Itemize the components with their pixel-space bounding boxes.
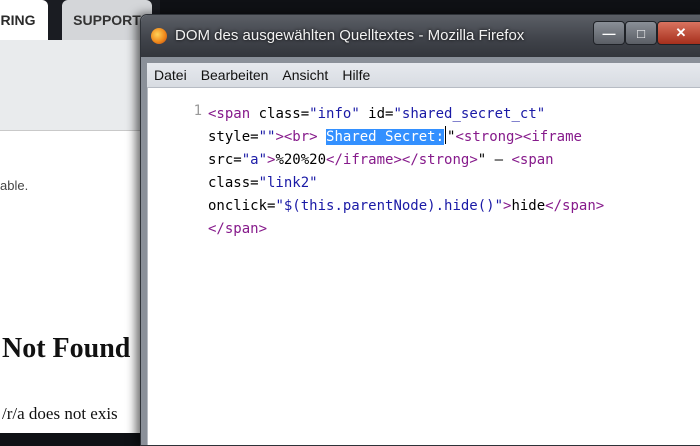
not-found-message: /r/a does not exis (2, 404, 118, 423)
background-header-band (0, 40, 160, 130)
tab-ring[interactable]: RING (0, 0, 48, 40)
close-button[interactable]: ✕ (657, 21, 700, 45)
code-tag: </iframe> (326, 152, 402, 168)
code-text: " — (477, 152, 512, 168)
code-value: "link2" (258, 175, 318, 191)
code-attr: onclick= (208, 198, 276, 214)
code-attr: class= (250, 106, 310, 122)
code-tag: <span (511, 152, 554, 168)
code-line: class="link2" (208, 172, 318, 195)
code-attr: style= (208, 129, 259, 145)
code-tag: </strong> (401, 152, 478, 168)
code-value: "" (258, 129, 276, 145)
firefox-logo-icon (151, 28, 167, 44)
code-attr: id= (359, 106, 394, 122)
code-value: "a" (241, 152, 268, 168)
title-bar[interactable]: DOM des ausgewählten Quelltextes - Mozil… (141, 15, 700, 57)
code-value: "shared_secret_ct" (393, 106, 546, 122)
not-found-heading: Not Found (2, 333, 131, 364)
line-number: 1 (193, 103, 202, 119)
code-text: %20%20 (275, 152, 327, 168)
divider (0, 130, 160, 131)
firefox-window: DOM des ausgewählten Quelltextes - Mozil… (140, 14, 700, 446)
code-tag: > (275, 129, 284, 145)
menu-bearbeiten[interactable]: Bearbeiten (194, 67, 276, 83)
code-tag: <br> (283, 129, 318, 145)
code-line: </span> (208, 218, 267, 241)
code-attr: class= (208, 175, 259, 191)
code-line: <span class="info" id="shared_secret_ct" (208, 103, 545, 126)
tab-support[interactable]: SUPPORT (62, 0, 152, 40)
code-tag: </span> (545, 198, 605, 214)
code-value: "$(this.parentNode).hide()" (275, 198, 504, 214)
source-view[interactable]: 1 <span class="info" id="shared_secret_c… (147, 88, 700, 445)
menu-ansicht[interactable]: Ansicht (275, 67, 335, 83)
code-line: onclick="$(this.parentNode).hide()">hide… (208, 195, 604, 218)
menu-hilfe[interactable]: Hilfe (335, 67, 377, 83)
code-tag: <iframe (522, 129, 582, 145)
code-value: "info" (309, 106, 360, 122)
background-small-text: able. (0, 178, 29, 193)
menu-bar: Datei Bearbeiten Ansicht Hilfe (147, 63, 700, 88)
code-attr: src= (208, 152, 242, 168)
maximize-button[interactable]: □ (625, 21, 657, 45)
background-page: RING SUPPORT able. Not Found /r/a does n… (0, 0, 160, 433)
minimize-button[interactable]: — (593, 21, 625, 45)
code-tag: <strong> (455, 129, 523, 145)
text-cursor-icon (445, 126, 447, 144)
code-line: style=""><br> Shared Secret: "<strong><if… (208, 126, 582, 149)
code-tag: <span (208, 106, 251, 122)
window-title: DOM des ausgewählten Quelltextes - Mozil… (175, 27, 525, 44)
code-line: src="a">%20%20</iframe></strong>" — <spa… (208, 149, 554, 172)
menu-datei[interactable]: Datei (147, 67, 194, 83)
code-tag: </span> (208, 221, 268, 237)
code-text: hide (511, 198, 546, 214)
selected-text[interactable]: Shared Secret: (326, 129, 445, 145)
